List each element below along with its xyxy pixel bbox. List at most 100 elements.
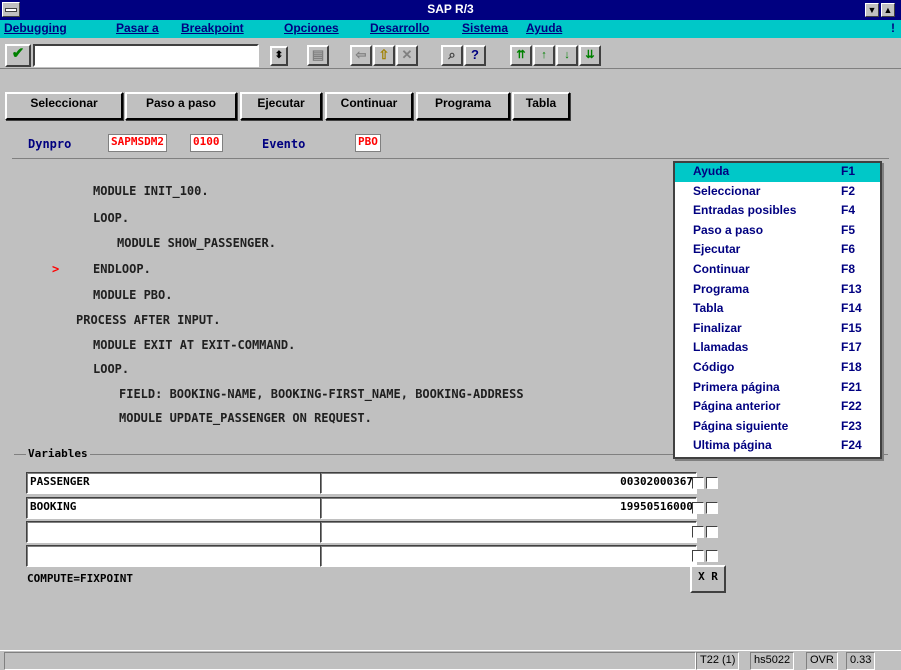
code-line[interactable]: LOOP. <box>93 362 129 376</box>
programa-button[interactable]: Programa <box>416 92 510 120</box>
menu-desarrollo[interactable]: Desarrollo <box>370 21 429 35</box>
minimize-button[interactable]: ▼ <box>865 3 879 17</box>
menu-item-ejecutar[interactable]: Ejecutar F6 <box>675 241 880 260</box>
evento-label: Evento <box>262 137 306 151</box>
message-area <box>4 652 696 670</box>
help-button[interactable]: ? <box>464 45 486 66</box>
variable-checkbox[interactable] <box>692 526 704 538</box>
variable-checkbox[interactable] <box>692 550 704 562</box>
next-page-button[interactable]: ↓ <box>556 45 578 66</box>
menu-item-pagina-anterior[interactable]: Página anterior F22 <box>675 398 880 417</box>
menu-item-continuar[interactable]: Continuar F8 <box>675 261 880 280</box>
maximize-button[interactable]: ▲ <box>881 3 895 17</box>
title-bar: SAP R/3 ▼ ▲ <box>0 0 901 20</box>
previous-page-button[interactable]: ↑ <box>533 45 555 66</box>
menu-pasar-a[interactable]: Pasar a <box>116 21 159 35</box>
command-history-button[interactable]: ⬍ <box>270 46 288 66</box>
variable-checkbox[interactable] <box>706 550 718 562</box>
evento-field: PBO <box>355 134 381 152</box>
code-line[interactable]: MODULE PBO. <box>93 288 172 302</box>
session-field: T22 (1) <box>696 652 740 670</box>
exit-arrow-icon: ⇧ <box>378 47 390 62</box>
menu-breakpoint[interactable]: Breakpoint <box>181 21 244 35</box>
find-button[interactable]: ⌕ <box>441 45 463 66</box>
menu-item-finalizar[interactable]: Finalizar F15 <box>675 320 880 339</box>
variable-name-field[interactable]: PASSENGER <box>26 472 324 494</box>
current-line-marker: > <box>52 262 60 276</box>
function-key-menu: Ayuda F1 Seleccionar F2 Entradas posibles F… <box>673 161 882 459</box>
dynpro-program-field: SAPMSDM2 <box>108 134 167 152</box>
save-icon: ▤ <box>311 47 325 62</box>
variable-checkbox[interactable] <box>706 502 718 514</box>
first-page-button[interactable]: ⇈ <box>510 45 532 66</box>
magnifier-icon: ⌕ <box>448 47 456 62</box>
exit-button[interactable]: ⇧ <box>373 45 395 66</box>
checkmark-icon: ✔ <box>11 45 25 62</box>
toolbar: ✔ ⬍ ▤ ⇦ ⇧ ✕ ⌕ ? ⇈ ↑ ↓ ⇊ <box>0 38 901 69</box>
variable-value-field[interactable]: 19950516000 <box>320 497 697 519</box>
last-page-icon: ⇊ <box>585 49 595 61</box>
menu-bar-marker: ! <box>891 21 895 35</box>
code-line[interactable]: FIELD: BOOKING-NAME, BOOKING-FIRST_NAME,… <box>119 387 524 401</box>
menu-item-codigo[interactable]: Código F18 <box>675 359 880 378</box>
variable-checkbox[interactable] <box>692 502 704 514</box>
menu-item-ayuda[interactable]: Ayuda F1 <box>675 163 880 182</box>
first-page-icon: ⇈ <box>516 49 526 61</box>
variable-checkbox[interactable] <box>692 477 704 489</box>
ejecutar-button[interactable]: Ejecutar <box>240 92 322 120</box>
time-field: 0.33 <box>846 652 876 670</box>
menu-item-primera-pagina[interactable]: Primera página F21 <box>675 379 880 398</box>
command-field[interactable] <box>33 44 259 67</box>
variable-name-field[interactable] <box>26 545 324 567</box>
window-title: SAP R/3 <box>427 2 474 16</box>
back-button[interactable]: ⇦ <box>350 45 372 66</box>
mode-field: OVR <box>806 652 838 670</box>
variable-name-field[interactable] <box>26 521 324 543</box>
code-line[interactable]: MODULE EXIT AT EXIT-COMMAND. <box>93 338 295 352</box>
compute-status-text: COMPUTE=FIXPOINT <box>27 572 133 585</box>
enter-button[interactable]: ✔ <box>5 44 31 67</box>
previous-page-icon: ↑ <box>541 49 547 61</box>
continuar-button[interactable]: Continuar <box>325 92 413 120</box>
paso-a-paso-button[interactable]: Paso a paso <box>125 92 237 120</box>
code-line[interactable]: MODULE INIT_100. <box>93 184 209 198</box>
code-line[interactable]: MODULE UPDATE_PASSENGER ON REQUEST. <box>119 411 372 425</box>
menu-item-ultima-pagina[interactable]: Ultima página F24 <box>675 437 880 456</box>
menu-item-paso-a-paso[interactable]: Paso a paso F5 <box>675 222 880 241</box>
variables-label: Variables <box>26 447 90 460</box>
menu-item-programa[interactable]: Programa F13 <box>675 281 880 300</box>
code-line-current[interactable]: ENDLOOP. <box>93 262 151 276</box>
last-page-button[interactable]: ⇊ <box>579 45 601 66</box>
menu-sistema[interactable]: Sistema <box>462 21 508 35</box>
variable-value-field[interactable]: 00302000367 <box>320 472 697 494</box>
menu-item-pagina-siguiente[interactable]: Página siguiente F23 <box>675 418 880 437</box>
code-line[interactable]: MODULE SHOW_PASSENGER. <box>117 236 276 250</box>
dynpro-number-field: 0100 <box>190 134 223 152</box>
dropdown-arrow-icon: ⬍ <box>274 50 284 61</box>
cancel-x-icon: ✕ <box>401 47 413 62</box>
variable-checkbox[interactable] <box>706 526 718 538</box>
variable-value-field[interactable] <box>320 521 697 543</box>
variable-value-field[interactable] <box>320 545 697 567</box>
code-line[interactable]: LOOP. <box>93 211 129 225</box>
xr-button[interactable]: X R <box>690 565 726 593</box>
code-line[interactable]: PROCESS AFTER INPUT. <box>76 313 221 327</box>
status-bar: T22 (1) hs5022 OVR 0.33 <box>0 650 901 670</box>
menu-item-llamadas[interactable]: Llamadas F17 <box>675 339 880 358</box>
question-icon: ? <box>471 47 479 62</box>
save-button[interactable]: ▤ <box>307 45 329 66</box>
menu-debugging[interactable]: Debugging <box>4 21 67 35</box>
variable-name-field[interactable]: BOOKING <box>26 497 324 519</box>
menu-ayuda[interactable]: Ayuda <box>526 21 562 35</box>
next-page-icon: ↓ <box>564 49 570 61</box>
seleccionar-button[interactable]: Seleccionar <box>5 92 123 120</box>
menu-opciones[interactable]: Opciones <box>284 21 339 35</box>
variable-checkbox[interactable] <box>706 477 718 489</box>
menu-item-entradas-posibles[interactable]: Entradas posibles F4 <box>675 202 880 221</box>
menu-item-tabla[interactable]: Tabla F14 <box>675 300 880 319</box>
cancel-button[interactable]: ✕ <box>396 45 418 66</box>
dynpro-label: Dynpro <box>28 137 72 151</box>
application-toolbar: Seleccionar Paso a paso Ejecutar Continu… <box>0 88 901 120</box>
menu-item-seleccionar[interactable]: Seleccionar F2 <box>675 183 880 202</box>
tabla-button[interactable]: Tabla <box>512 92 570 120</box>
